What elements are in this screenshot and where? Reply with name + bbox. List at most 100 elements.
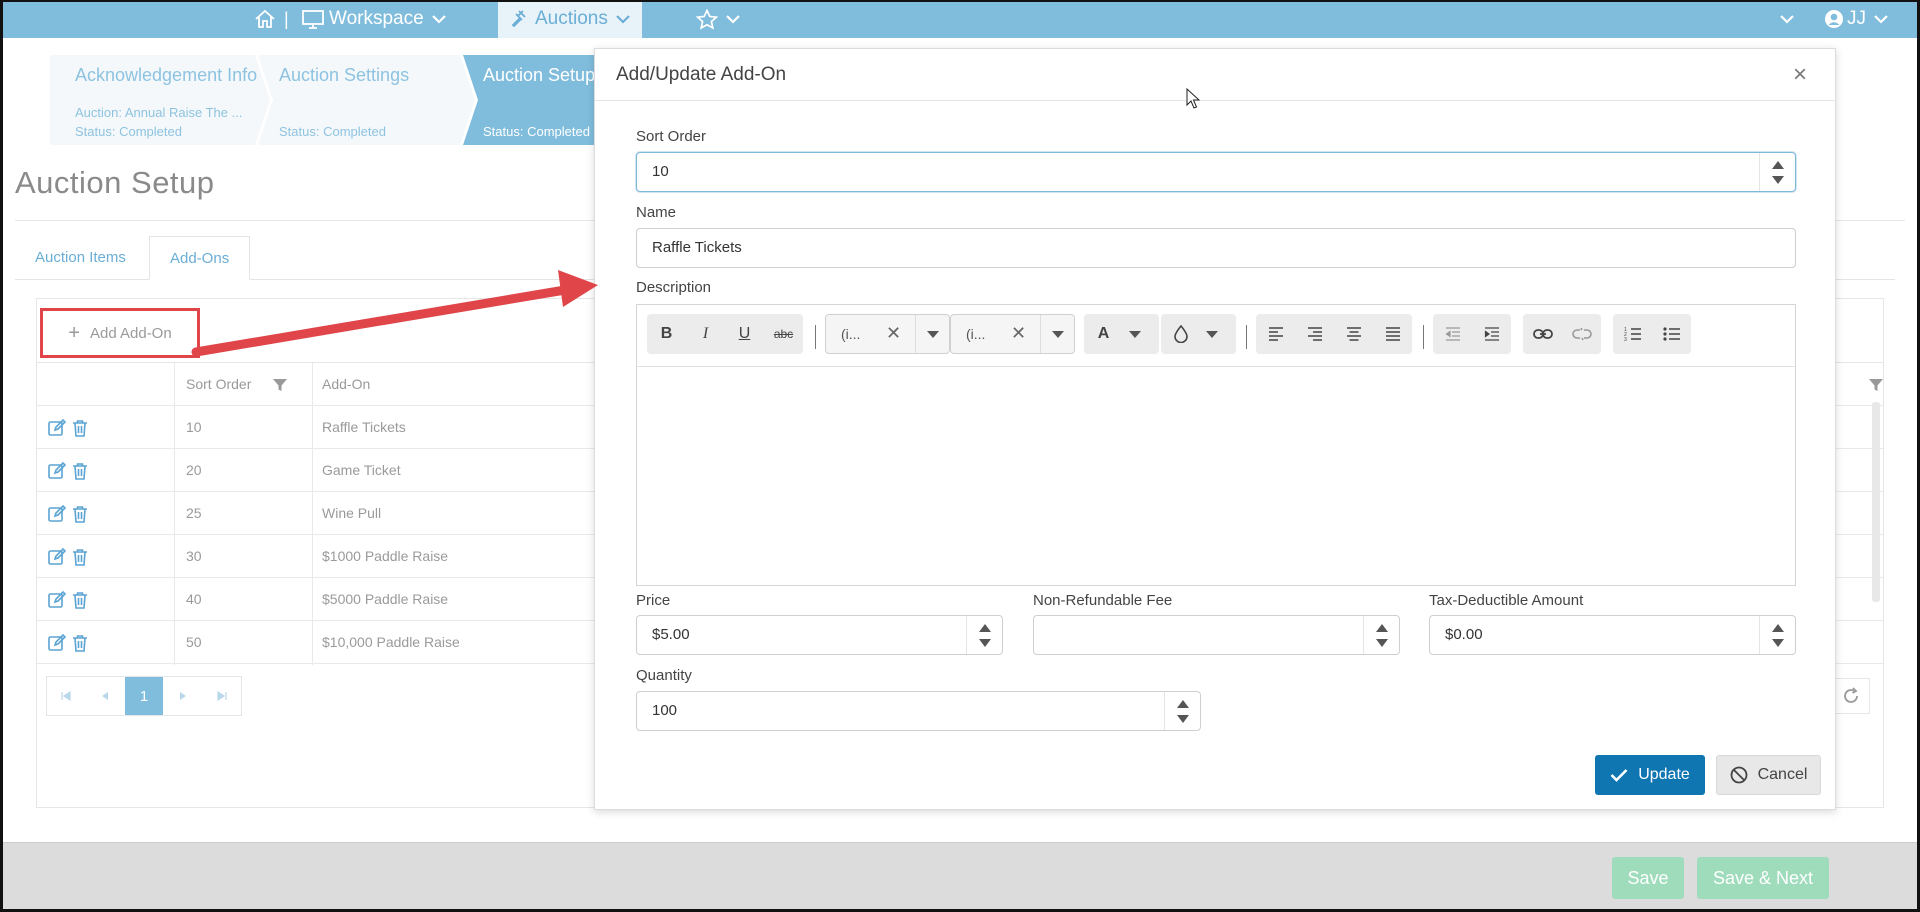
caret-down-icon[interactable] [1129, 330, 1141, 338]
description-content-area[interactable] [637, 367, 1795, 585]
spin-down-icon[interactable] [979, 639, 991, 647]
monitor-icon [302, 9, 324, 29]
close-icon[interactable]: × [1793, 61, 1807, 89]
ordered-list-icon[interactable]: 123 [1613, 314, 1652, 354]
spin-up-icon[interactable] [1376, 624, 1388, 632]
unlink-icon[interactable] [1562, 314, 1601, 354]
clear-icon[interactable]: ✕ [1011, 323, 1026, 344]
name-label: Name [636, 204, 677, 221]
bold-icon[interactable]: B [647, 314, 686, 354]
align-right-icon[interactable] [1295, 314, 1334, 354]
tax-deductible-input[interactable]: $0.00 [1429, 615, 1796, 655]
font-color-picker[interactable]: A [1084, 314, 1159, 354]
cancel-button[interactable]: Cancel [1716, 755, 1821, 795]
spin-up-icon[interactable] [1772, 161, 1784, 169]
price-input[interactable]: $5.00 [636, 615, 1003, 655]
spin-up-icon[interactable] [1772, 624, 1784, 632]
user-menu[interactable]: JJ [1824, 0, 1888, 38]
price-value: $5.00 [652, 626, 690, 643]
prev-page-button[interactable] [86, 677, 125, 715]
sort-order-cell: 50 [186, 634, 202, 650]
refresh-button[interactable] [1832, 678, 1870, 714]
name-input[interactable]: Raffle Tickets [636, 228, 1796, 268]
edit-icon[interactable] [48, 462, 66, 480]
italic-icon[interactable]: I [686, 314, 725, 354]
name-value: Raffle Tickets [652, 239, 742, 256]
dialog-title: Add/Update Add-On [616, 64, 787, 85]
tab-auction-items[interactable]: Auction Items [15, 236, 146, 280]
workspace-menu[interactable]: Workspace [302, 0, 446, 38]
first-page-button[interactable] [47, 677, 86, 715]
align-justify-icon[interactable] [1373, 314, 1412, 354]
filter-icon[interactable] [272, 377, 288, 393]
trash-icon[interactable] [72, 634, 88, 652]
quantity-stepper[interactable] [1164, 692, 1200, 730]
bullet-list-icon[interactable] [1652, 314, 1691, 354]
underline-icon[interactable]: U [725, 314, 764, 354]
edit-icon[interactable] [48, 634, 66, 652]
wizard-steps: Acknowledgement Info Auction: Annual Rai… [50, 55, 610, 145]
spin-down-icon[interactable] [1772, 176, 1784, 184]
price-stepper[interactable] [966, 616, 1002, 654]
fee-stepper[interactable] [1363, 616, 1399, 654]
strikethrough-icon[interactable]: abc [764, 314, 803, 354]
text-style-group: B I U abc [647, 314, 803, 354]
spin-up-icon[interactable] [1177, 700, 1189, 708]
edit-icon[interactable] [48, 505, 66, 523]
header-sort-order[interactable]: Sort Order [186, 363, 251, 406]
header-add-on[interactable]: Add-On [322, 363, 370, 406]
trash-icon[interactable] [72, 548, 88, 566]
outdent-icon[interactable] [1433, 314, 1472, 354]
edit-icon[interactable] [48, 591, 66, 609]
dropdown-button[interactable] [1040, 315, 1074, 353]
link-icon[interactable] [1523, 314, 1562, 354]
caret-down-icon [927, 331, 939, 338]
next-page-button[interactable] [163, 677, 202, 715]
dropdown-button[interactable] [915, 315, 949, 353]
last-page-button[interactable] [202, 677, 241, 715]
page-1-button[interactable]: 1 [124, 677, 164, 715]
alignment-group [1256, 314, 1412, 354]
save-button[interactable]: Save [1612, 857, 1684, 899]
non-refundable-fee-input[interactable] [1033, 615, 1400, 655]
indent-icon[interactable] [1472, 314, 1511, 354]
footer-bar: Save Save & Next [0, 842, 1920, 912]
quantity-input[interactable]: 100 [636, 691, 1201, 731]
trash-icon[interactable] [72, 462, 88, 480]
font-family-combo[interactable]: (i... ✕ [825, 314, 950, 354]
font-color-icon[interactable]: A [1084, 314, 1123, 354]
clear-icon[interactable]: ✕ [886, 323, 901, 344]
grid-scrollbar[interactable] [1872, 402, 1880, 602]
auctions-menu[interactable]: Auctions [498, 0, 642, 38]
trash-icon[interactable] [72, 591, 88, 609]
sort-order-stepper[interactable] [1759, 153, 1795, 191]
background-color-picker[interactable] [1161, 314, 1236, 354]
filter-icon[interactable] [1868, 377, 1884, 393]
more-menu[interactable] [1780, 0, 1794, 38]
svg-text:3: 3 [1624, 337, 1627, 342]
favorites-menu[interactable] [696, 0, 740, 38]
home-button[interactable] [254, 0, 276, 38]
edit-icon[interactable] [48, 419, 66, 437]
align-center-icon[interactable] [1334, 314, 1373, 354]
description-editor[interactable]: B I U abc (i... ✕ (i... ✕ A 1 2 3 [636, 304, 1796, 586]
spin-up-icon[interactable] [979, 624, 991, 632]
sort-order-input[interactable]: 10 [636, 152, 1796, 192]
save-next-button[interactable]: Save & Next [1697, 857, 1829, 899]
tax-stepper[interactable] [1759, 616, 1795, 654]
add-add-on-button[interactable]: + Add Add-On [40, 308, 200, 358]
align-left-icon[interactable] [1256, 314, 1295, 354]
edit-icon[interactable] [48, 548, 66, 566]
spin-down-icon[interactable] [1177, 715, 1189, 723]
trash-icon[interactable] [72, 505, 88, 523]
caret-down-icon[interactable] [1206, 330, 1218, 338]
update-button[interactable]: Update [1595, 755, 1705, 795]
spin-down-icon[interactable] [1772, 639, 1784, 647]
trash-icon[interactable] [72, 419, 88, 437]
droplet-icon[interactable] [1161, 314, 1200, 354]
spin-down-icon[interactable] [1376, 639, 1388, 647]
tab-add-ons[interactable]: Add-Ons [149, 236, 251, 280]
workspace-label: Workspace [329, 8, 424, 29]
font-size-combo[interactable]: (i... ✕ [950, 314, 1075, 354]
add-on-name-cell: $5000 Paddle Raise [322, 591, 449, 607]
